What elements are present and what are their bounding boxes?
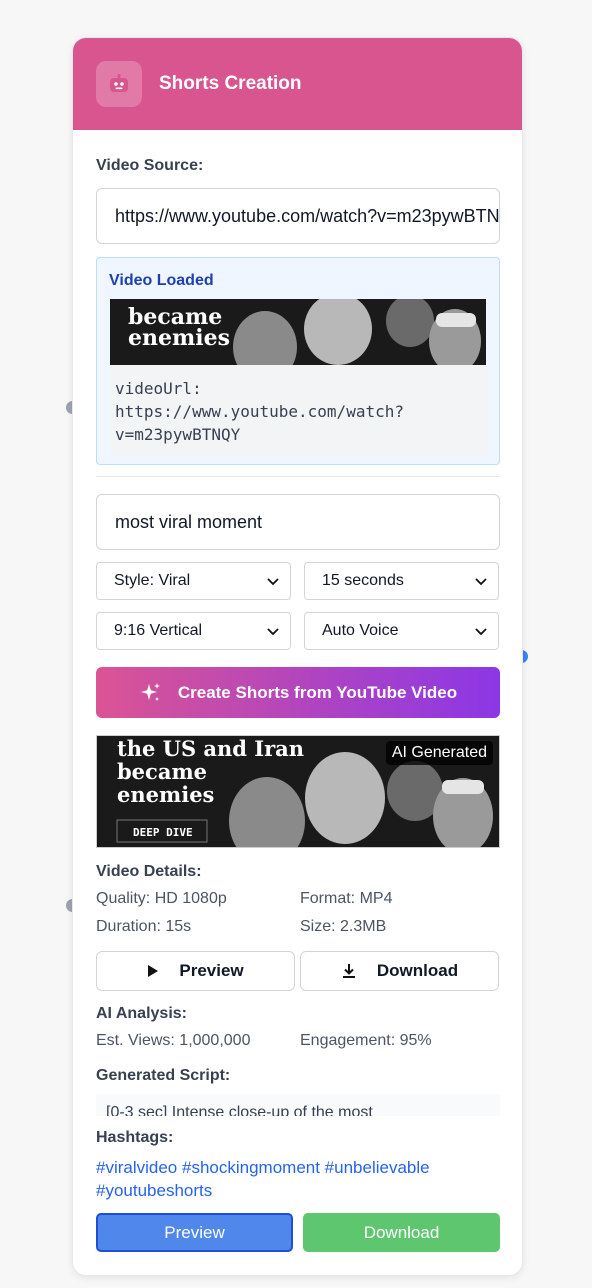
quality-value: Quality: HD 1080p: [96, 890, 227, 907]
voice-select-value: Auto Voice: [322, 622, 399, 639]
sparkles-icon: [140, 682, 160, 701]
style-select[interactable]: Style: Viral: [96, 562, 291, 600]
chevron-down-icon: [267, 578, 279, 586]
node-header: Shorts Creation: [73, 38, 522, 130]
video-thumbnail: became enemies: [110, 299, 486, 365]
video-loaded-panel: Video Loaded became enemies videoUrl: ht…: [96, 257, 500, 465]
generated-script-label: Generated Script:: [96, 1067, 231, 1084]
engagement-value: Engagement: 95%: [300, 1032, 432, 1049]
robot-icon: [96, 61, 142, 107]
hashtags-line-1: #viralvideo #shockingmoment #unbelievabl…: [96, 1158, 430, 1177]
thumbnail-text-line-2: enemies: [128, 325, 230, 351]
aspect-select[interactable]: 9:16 Vertical: [96, 612, 291, 650]
generated-script-box[interactable]: [0-3 sec] Intense close-up of the most: [96, 1094, 500, 1116]
prompt-input[interactable]: most viral moment: [96, 494, 500, 550]
result-thumbnail-line-1: the US and Iran: [117, 736, 304, 761]
generated-video-thumbnail[interactable]: the US and Iran became enemies DEEP DIVE…: [96, 735, 500, 848]
result-thumbnail-line-2: became: [117, 759, 207, 784]
size-value: Size: 2.3MB: [300, 918, 387, 935]
video-url-input[interactable]: https://www.youtube.com/watch?v=m23pywBT…: [96, 188, 500, 244]
hashtags-line-2: #youtubeshorts: [96, 1181, 213, 1200]
result-thumbnail-line-3: enemies: [117, 782, 214, 807]
duration-select[interactable]: 15 seconds: [304, 562, 499, 600]
download-outline-label: Download: [376, 961, 459, 980]
video-source-label: Video Source:: [96, 157, 204, 174]
aspect-select-value: 9:16 Vertical: [114, 622, 203, 639]
download-outline-button[interactable]: Download: [300, 951, 499, 991]
hashtags-list: #viralvideo #shockingmoment #unbelievabl…: [96, 1156, 500, 1202]
generated-script-text: [0-3 sec] Intense close-up of the most: [106, 1104, 373, 1116]
chevron-down-icon: [475, 578, 487, 586]
create-shorts-label: Create Shorts from YouTube Video: [177, 682, 458, 702]
video-loaded-title: Video Loaded: [109, 272, 214, 289]
result-thumbnail-caption: DEEP DIVE: [133, 826, 193, 839]
hashtags-label: Hashtags:: [96, 1129, 174, 1146]
ai-generated-badge: AI Generated: [385, 741, 493, 765]
ai-analysis-label: AI Analysis:: [96, 1005, 187, 1022]
preview-outline-button[interactable]: Preview: [96, 951, 295, 991]
voice-select[interactable]: Auto Voice: [304, 612, 499, 650]
download-icon: [342, 964, 355, 978]
est-views-value: Est. Views: 1,000,000: [96, 1032, 251, 1049]
create-shorts-button[interactable]: Create Shorts from YouTube Video: [96, 667, 500, 718]
divider: [96, 476, 500, 477]
style-select-value: Style: Viral: [114, 572, 191, 589]
node-title: Shorts Creation: [159, 73, 302, 94]
download-button[interactable]: Download: [303, 1213, 500, 1252]
chevron-down-icon: [475, 628, 487, 636]
shorts-creation-node: Shorts Creation Video Source: https://ww…: [72, 37, 523, 1276]
duration-select-value: 15 seconds: [322, 572, 404, 589]
chevron-down-icon: [267, 628, 279, 636]
format-value: Format: MP4: [300, 890, 393, 907]
video-url-code: videoUrl: https://www.youtube.com/watch?…: [110, 365, 488, 455]
preview-button[interactable]: Preview: [96, 1213, 293, 1252]
video-details-label: Video Details:: [96, 863, 202, 880]
play-icon: [148, 965, 159, 977]
duration-value: Duration: 15s: [96, 918, 192, 935]
preview-outline-label: Preview: [179, 961, 244, 980]
